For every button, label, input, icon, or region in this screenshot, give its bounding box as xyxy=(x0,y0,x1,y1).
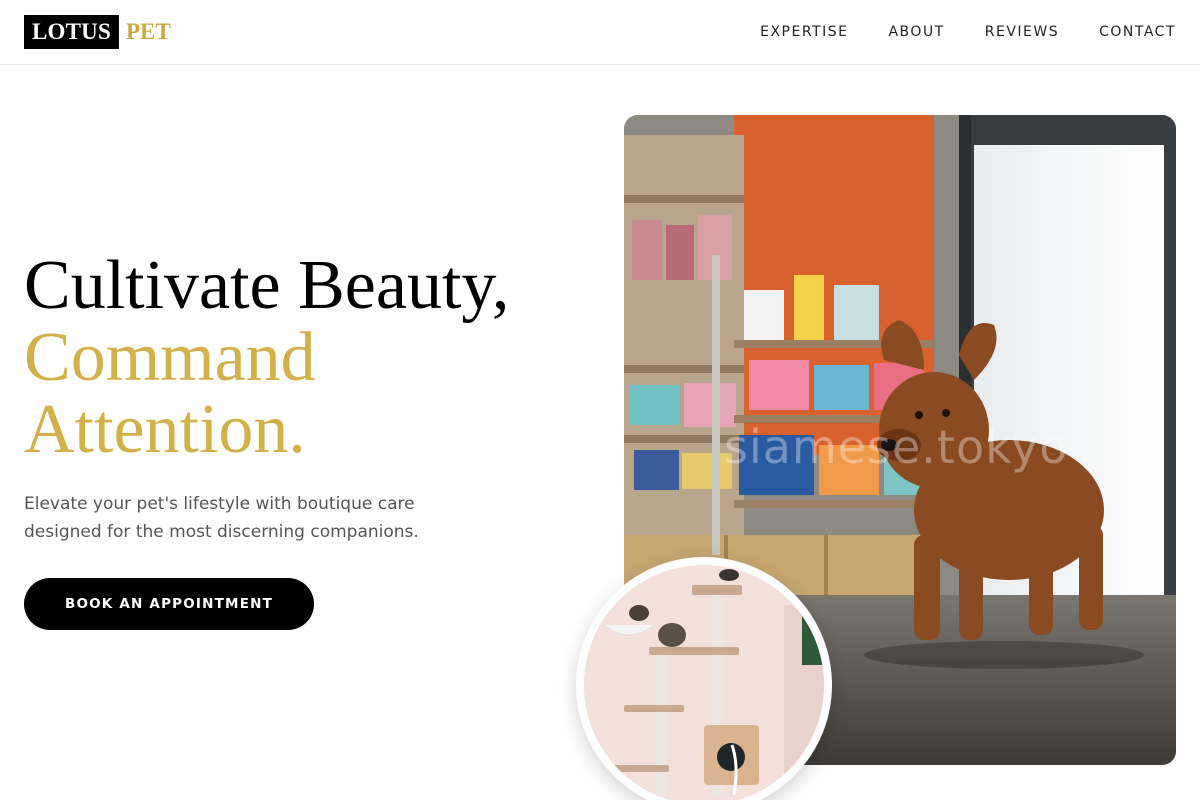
headline-line-3: Attention. xyxy=(24,391,306,468)
nav-expertise[interactable]: EXPERTISE xyxy=(760,24,848,40)
nav-reviews[interactable]: REVIEWS xyxy=(985,24,1059,40)
logo-primary-text: LOTUS xyxy=(24,15,119,49)
cat-tree-photo xyxy=(576,557,832,800)
hero-subtext: Elevate your pet's lifestyle with boutiq… xyxy=(24,494,419,542)
site-header: LOTUS PET EXPERTISE ABOUT REVIEWS CONTAC… xyxy=(0,0,1200,65)
headline-line-1: Cultivate Beauty, xyxy=(24,247,510,324)
hero-headline: Cultivate Beauty, Command Attention. xyxy=(24,250,584,466)
nav-contact[interactable]: CONTACT xyxy=(1099,24,1176,40)
logo-secondary-text: PET xyxy=(125,19,171,44)
nav-about[interactable]: ABOUT xyxy=(888,24,944,40)
headline-line-2: Command xyxy=(24,319,316,396)
main-nav: EXPERTISE ABOUT REVIEWS CONTACT xyxy=(720,0,1176,64)
brand-logo[interactable]: LOTUS PET xyxy=(24,15,171,49)
book-appointment-button[interactable]: BOOK AN APPOINTMENT xyxy=(24,578,314,630)
photo-watermark: siamese.tokyo xyxy=(724,420,1069,474)
